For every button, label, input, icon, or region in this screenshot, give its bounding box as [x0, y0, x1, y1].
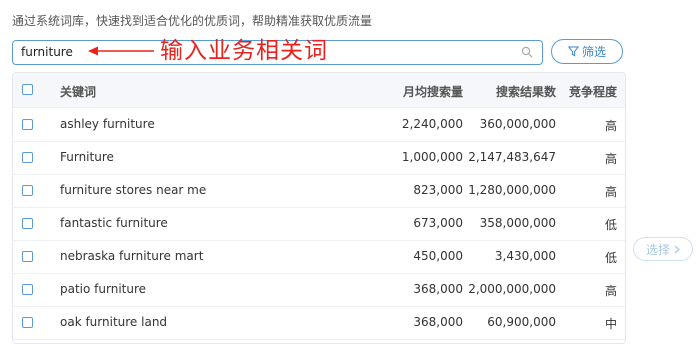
table-row[interactable]: furniture stores near me 823,000 1,280,0… — [13, 174, 625, 208]
competition-cell: 中 — [604, 317, 617, 331]
select-button[interactable]: 选择 — [633, 237, 693, 261]
keyword-cell: fantastic furniture — [60, 216, 168, 230]
row-checkbox[interactable] — [22, 185, 33, 196]
keyword-cell: oak furniture land — [60, 315, 168, 329]
results-cell: 60,900,000 — [487, 315, 556, 329]
results-cell: 360,000,000 — [479, 117, 556, 131]
competition-cell: 低 — [604, 251, 617, 265]
search-input-value: furniture — [21, 45, 73, 59]
results-cell: 358,000,000 — [479, 216, 556, 230]
keyword-cell: ashley furniture — [60, 117, 155, 131]
annotation: 输入业务相关词 — [88, 36, 328, 66]
monthly-avg-cell: 1,000,000 — [401, 150, 463, 164]
header-competition[interactable]: 竞争程度 — [569, 83, 617, 100]
keyword-table: 关键词 月均搜索量 搜索结果数 竞争程度 ashley furniture 2,… — [12, 72, 626, 344]
monthly-avg-cell: 673,000 — [413, 216, 463, 230]
table-row[interactable]: fantastic furniture 673,000 358,000,000 … — [13, 207, 625, 241]
red-arrow-icon — [88, 46, 154, 56]
table-row[interactable]: patio furniture 368,000 2,000,000,000 高 — [13, 273, 625, 307]
competition-cell: 高 — [604, 119, 617, 133]
row-checkbox[interactable] — [22, 251, 33, 262]
intro-text: 通过系统词库，快速找到适合优化的优质词，帮助精准获取优质流量 — [12, 14, 373, 28]
competition-cell: 高 — [604, 152, 617, 166]
competition-cell: 低 — [604, 218, 617, 232]
monthly-avg-cell: 368,000 — [413, 315, 463, 329]
select-button-label: 选择 — [645, 242, 670, 257]
results-cell: 2,000,000,000 — [468, 282, 556, 296]
row-checkbox[interactable] — [22, 119, 33, 130]
row-checkbox[interactable] — [22, 218, 33, 229]
row-checkbox[interactable] — [22, 152, 33, 163]
keyword-cell: patio furniture — [60, 282, 147, 296]
chevron-right-icon — [674, 245, 680, 253]
results-cell: 2,147,483,647 — [468, 150, 556, 164]
keyword-cell: nebraska furniture mart — [60, 249, 204, 263]
competition-cell: 高 — [604, 284, 617, 298]
header-monthly-avg[interactable]: 月均搜索量 — [403, 83, 463, 100]
filter-button[interactable]: 筛选 — [551, 39, 623, 64]
search-icon[interactable] — [521, 46, 533, 58]
monthly-avg-cell: 823,000 — [413, 183, 463, 197]
table-row[interactable]: oak furniture land 368,000 60,900,000 中 — [13, 306, 625, 340]
results-cell: 3,430,000 — [494, 249, 556, 263]
annotation-text: 输入业务相关词 — [160, 38, 328, 64]
keyword-cell: furniture stores near me — [60, 183, 207, 197]
header-keyword: 关键词 — [60, 85, 97, 99]
table-row[interactable]: nebraska furniture mart 450,000 3,430,00… — [13, 240, 625, 274]
monthly-avg-cell: 2,240,000 — [401, 117, 463, 131]
row-checkbox[interactable] — [22, 317, 33, 328]
header-results[interactable]: 搜索结果数 — [496, 83, 556, 100]
table-row[interactable]: ashley furniture 2,240,000 360,000,000 高 — [13, 108, 625, 142]
keyword-cell: Furniture — [60, 150, 114, 164]
table-row[interactable]: Furniture 1,000,000 2,147,483,647 高 — [13, 141, 625, 175]
competition-cell: 高 — [604, 185, 617, 199]
monthly-avg-cell: 450,000 — [413, 249, 463, 263]
row-checkbox[interactable] — [22, 284, 33, 295]
results-cell: 1,280,000,000 — [468, 183, 556, 197]
select-all-checkbox[interactable] — [22, 84, 33, 95]
monthly-avg-cell: 368,000 — [413, 282, 463, 296]
table-header: 关键词 月均搜索量 搜索结果数 竞争程度 — [13, 73, 625, 108]
filter-icon — [567, 46, 579, 57]
filter-button-label: 筛选 — [581, 45, 606, 59]
